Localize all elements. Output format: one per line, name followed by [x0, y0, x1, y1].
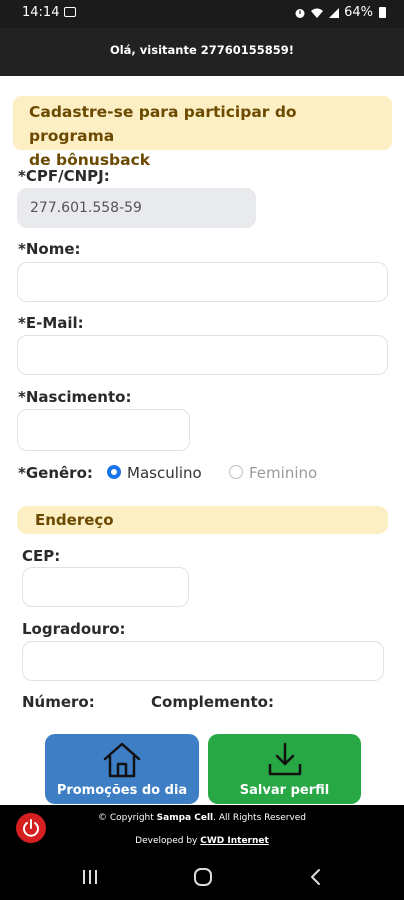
address-section-header: Endereço: [17, 506, 388, 534]
numero-label: Número:: [22, 693, 95, 711]
copyright-prefix: © Copyright: [97, 813, 154, 823]
salvar-label: Salvar perfil: [239, 783, 330, 798]
wifi-icon: [311, 8, 324, 18]
android-nav-bar: [0, 855, 404, 900]
nome-field[interactable]: [17, 262, 388, 302]
salvar-perfil-button[interactable]: Salvar perfil: [208, 734, 361, 804]
recent-apps-icon[interactable]: [81, 869, 99, 885]
power-button[interactable]: [16, 813, 46, 843]
copyright-line: © Copyright Sampa Cell. All Rights Reser…: [0, 813, 404, 823]
cep-field[interactable]: [22, 567, 189, 607]
home-nav-icon[interactable]: [193, 867, 213, 887]
logradouro-label: Logradouro:: [22, 620, 126, 638]
feminino-label[interactable]: Feminino: [249, 464, 317, 482]
signal-icon: [329, 7, 340, 18]
complemento-label: Complemento:: [151, 693, 274, 711]
greeting-text: Olá, visitante 27760155859!: [109, 43, 295, 57]
house-icon: [103, 742, 141, 778]
cep-label: CEP:: [22, 547, 61, 565]
radio-masculino[interactable]: [107, 465, 121, 479]
battery-percent: 64%: [344, 5, 373, 20]
status-icons: 64%: [294, 5, 386, 20]
brand-name: Sampa Cell: [156, 813, 214, 823]
rights-text: . All Rights Reserved: [213, 813, 307, 823]
promocoes-label: Promoções do dia: [56, 783, 188, 798]
masculino-label[interactable]: Masculino: [127, 464, 202, 482]
alarm-icon: [295, 8, 305, 18]
genero-label: *Genêro:: [18, 464, 93, 482]
address-section-title: Endereço: [35, 511, 114, 529]
logradouro-field[interactable]: [22, 641, 384, 681]
footer: © Copyright Sampa Cell. All Rights Reser…: [0, 805, 404, 855]
nascimento-label: *Nascimento:: [18, 388, 132, 406]
image-icon: [64, 7, 76, 17]
email-label: *E-Mail:: [18, 314, 84, 332]
back-nav-icon[interactable]: [309, 867, 323, 887]
app-header: Olá, visitante 27760155859!: [0, 28, 404, 76]
cpf-label: *CPF/CNPJ:: [18, 167, 110, 185]
radio-feminino[interactable]: [229, 465, 243, 479]
developed-by: Developed by: [135, 836, 198, 846]
status-bar: 14:14 64%: [0, 0, 404, 28]
developer-line: Developed by CWD Internet: [0, 836, 404, 846]
email-field[interactable]: [17, 335, 388, 375]
download-icon: [268, 742, 301, 776]
nascimento-field[interactable]: [17, 409, 190, 451]
power-icon: [23, 819, 39, 837]
battery-icon: [379, 7, 386, 18]
nome-label: *Nome:: [18, 240, 81, 258]
promocoes-button[interactable]: Promoções do dia: [45, 734, 199, 804]
banner-line-1: Cadastre-se para participar do programa: [29, 103, 297, 145]
status-time: 14:14: [22, 5, 60, 20]
developer-link[interactable]: CWD Internet: [200, 836, 269, 846]
cpf-field[interactable]: [17, 188, 256, 228]
signup-banner: Cadastre-se para participar do programa …: [13, 96, 392, 169]
